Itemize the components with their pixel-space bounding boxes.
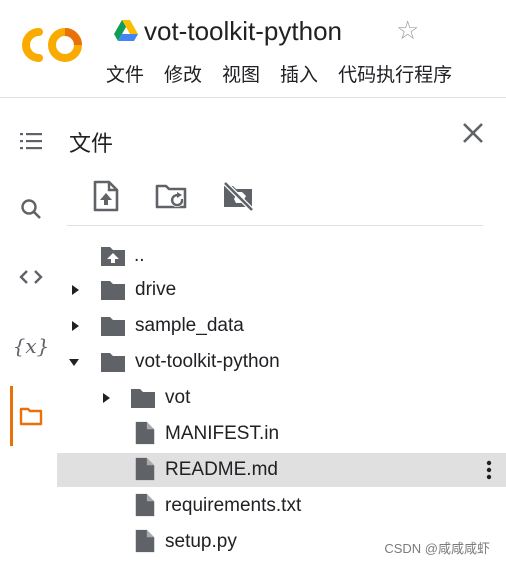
tree-item-drive[interactable]: drive bbox=[57, 273, 506, 307]
notebook-title[interactable]: vot-toolkit-python bbox=[144, 16, 342, 47]
folder-icon bbox=[101, 353, 125, 372]
tree-item-label: drive bbox=[135, 279, 177, 300]
tree-item-requirements[interactable]: requirements.txt bbox=[57, 489, 506, 523]
star-icon[interactable]: ☆ bbox=[396, 16, 419, 44]
header-divider bbox=[0, 97, 506, 98]
tree-item-sample-data[interactable]: sample_data bbox=[57, 309, 506, 343]
code-snippets-icon[interactable] bbox=[18, 264, 44, 290]
tree-item-label: vot bbox=[165, 387, 191, 408]
tree-item-readme[interactable]: README.md bbox=[57, 453, 506, 487]
tree-item-vot-toolkit-python[interactable]: vot-toolkit-python bbox=[57, 345, 506, 379]
tree-item-label: MANIFEST.in bbox=[165, 423, 280, 444]
tree-item-vot[interactable]: vot bbox=[57, 381, 506, 415]
tree-item-label: setup.py bbox=[165, 531, 237, 552]
table-of-contents-icon[interactable] bbox=[18, 128, 44, 154]
file-icon bbox=[135, 493, 155, 517]
menu-file[interactable]: 文件 bbox=[106, 60, 144, 87]
more-options-icon[interactable] bbox=[486, 460, 492, 480]
google-drive-icon bbox=[114, 20, 138, 41]
caret-down-icon[interactable] bbox=[68, 356, 80, 368]
menu-view[interactable]: 视图 bbox=[222, 60, 260, 87]
unmount-drive-icon[interactable] bbox=[222, 180, 254, 212]
folder-icon[interactable] bbox=[18, 403, 44, 429]
folder-icon bbox=[131, 389, 155, 408]
tree-item-label: README.md bbox=[165, 459, 278, 480]
menu-edit[interactable]: 修改 bbox=[164, 60, 202, 87]
variables-icon[interactable]: {x} bbox=[13, 333, 50, 359]
folder-up-icon bbox=[101, 247, 125, 266]
search-icon[interactable] bbox=[18, 196, 44, 222]
caret-right-icon[interactable] bbox=[100, 392, 112, 404]
notebook-title-row: vot-toolkit-python bbox=[114, 14, 342, 48]
tree-item-manifest[interactable]: MANIFEST.in bbox=[57, 417, 506, 451]
menu-runtime[interactable]: 代码执行程序 bbox=[338, 60, 452, 87]
menu-insert[interactable]: 插入 bbox=[280, 60, 318, 87]
upload-file-icon[interactable] bbox=[90, 180, 122, 212]
caret-right-icon[interactable] bbox=[69, 320, 81, 332]
file-icon bbox=[135, 529, 155, 553]
tree-item-label: vot-toolkit-python bbox=[135, 351, 280, 372]
panel-title: 文件 bbox=[69, 131, 114, 156]
close-icon[interactable] bbox=[460, 120, 486, 146]
menu-bar: 文件 修改 视图 插入 代码执行程序 bbox=[106, 60, 472, 87]
caret-right-icon[interactable] bbox=[69, 284, 81, 296]
tree-item-parent[interactable]: .. bbox=[57, 239, 506, 273]
toolbar-divider bbox=[67, 225, 483, 226]
file-icon bbox=[135, 457, 155, 481]
folder-icon bbox=[101, 317, 125, 336]
tree-item-label: requirements.txt bbox=[165, 495, 302, 516]
refresh-folder-icon[interactable] bbox=[155, 180, 187, 212]
tree-item-label: sample_data bbox=[135, 315, 244, 336]
colab-logo[interactable] bbox=[22, 26, 84, 64]
watermark: CSDN @咸咸咸虾 bbox=[384, 541, 490, 556]
file-icon bbox=[135, 421, 155, 445]
active-rail-indicator bbox=[10, 386, 13, 446]
tree-item-label: .. bbox=[134, 245, 145, 266]
folder-icon bbox=[101, 281, 125, 300]
